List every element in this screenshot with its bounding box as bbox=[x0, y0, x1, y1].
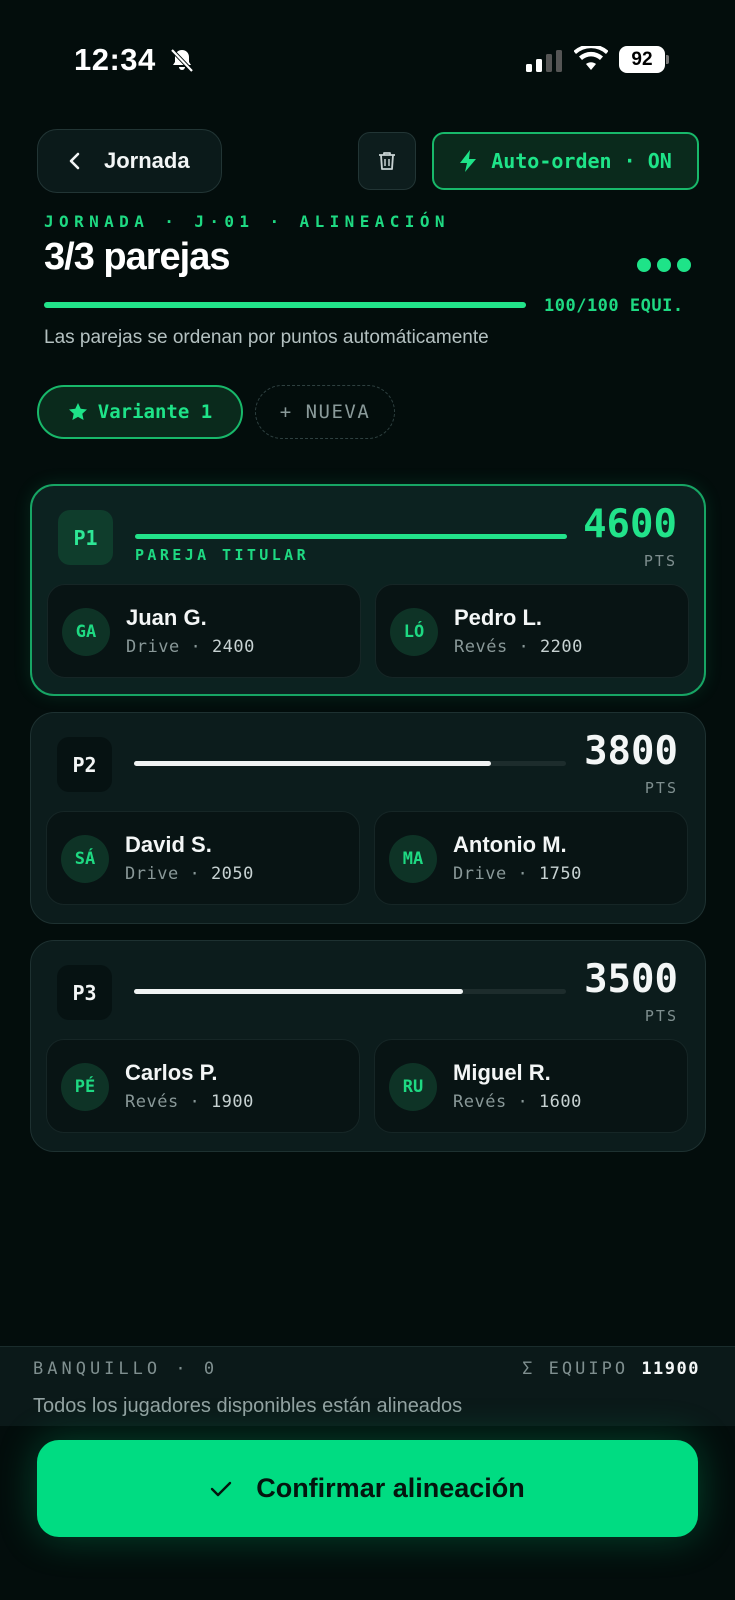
star-icon bbox=[68, 403, 87, 420]
check-icon bbox=[211, 1481, 232, 1496]
player-avatar: PÉ bbox=[61, 1063, 109, 1111]
new-variant-button[interactable]: + NUEVA bbox=[255, 385, 395, 439]
player-position: Drive bbox=[453, 864, 507, 884]
battery-level: 92 bbox=[619, 46, 665, 73]
player-meta: Drive · 2400 bbox=[126, 637, 255, 657]
pair-points-unit: PTS bbox=[644, 779, 678, 797]
variant-tab-label: Variante 1 bbox=[97, 401, 213, 423]
player-points: 1900 bbox=[210, 1092, 254, 1112]
player-avatar: SÁ bbox=[61, 835, 109, 883]
battery-icon: 92 bbox=[619, 46, 669, 73]
pair-badge: P1 bbox=[58, 510, 113, 565]
status-bar: 12:34 92 bbox=[0, 0, 735, 120]
pair-points: 3500 bbox=[584, 957, 678, 1002]
player-points: 2200 bbox=[539, 637, 583, 657]
pair-points-unit: PTS bbox=[643, 552, 677, 570]
bolt-icon bbox=[460, 150, 477, 172]
player-points: 2050 bbox=[210, 864, 254, 884]
team-total: Σ EQUIPO 11900 bbox=[522, 1359, 700, 1379]
pair-card-1[interactable]: P1 PAREJA TITULAR 4600 PTS GA Juan G. Dr… bbox=[30, 484, 706, 696]
player-card[interactable]: RU Miguel R. Revés · 1600 bbox=[374, 1039, 688, 1133]
team-total-value: 11900 bbox=[641, 1359, 700, 1379]
confirm-lineup-button[interactable]: Confirmar alineación bbox=[37, 1440, 698, 1537]
page-subtitle: Las parejas se ordenan por puntos automá… bbox=[44, 327, 489, 348]
pair-points-bar-fill bbox=[134, 989, 463, 994]
more-dots-icon[interactable] bbox=[637, 258, 691, 272]
player-position: Drive bbox=[125, 864, 179, 884]
player-card[interactable]: GA Juan G. Drive · 2400 bbox=[47, 584, 361, 678]
pair-points: 4600 bbox=[583, 502, 677, 547]
pair-points: 3800 bbox=[584, 729, 678, 774]
player-meta: Drive · 2050 bbox=[125, 864, 254, 884]
bench-panel: BANQUILLO · 0 Σ EQUIPO 11900 Todos los j… bbox=[0, 1346, 735, 1426]
player-avatar: GA bbox=[62, 608, 110, 656]
player-meta: Revés · 1600 bbox=[453, 1092, 582, 1112]
variant-tab-1[interactable]: Variante 1 bbox=[37, 385, 243, 439]
pair-card-3[interactable]: P3 3500 PTS PÉ Carlos P. Revés · 1900 RU… bbox=[30, 940, 706, 1152]
player-meta: Revés · 1900 bbox=[125, 1092, 254, 1112]
bench-message: Todos los jugadores disponibles están al… bbox=[33, 1395, 463, 1417]
pair-points-unit: PTS bbox=[644, 1007, 678, 1025]
player-avatar: RU bbox=[389, 1063, 437, 1111]
balance-progress-fill bbox=[44, 302, 526, 308]
player-card[interactable]: LÓ Pedro L. Revés · 2200 bbox=[375, 584, 689, 678]
confirm-lineup-label: Confirmar alineación bbox=[256, 1473, 525, 1503]
player-card[interactable]: SÁ David S. Drive · 2050 bbox=[46, 811, 360, 905]
player-meta: Drive · 1750 bbox=[453, 864, 582, 884]
player-position: Revés bbox=[125, 1092, 179, 1112]
player-points: 2400 bbox=[211, 637, 255, 657]
player-name: Antonio M. bbox=[453, 832, 567, 857]
player-position: Drive bbox=[126, 637, 180, 657]
player-points: 1600 bbox=[538, 1092, 582, 1112]
pair-points-bar bbox=[134, 761, 566, 766]
trash-icon bbox=[379, 152, 395, 170]
wifi-icon bbox=[574, 46, 608, 70]
pair-tag: PAREJA TITULAR bbox=[135, 546, 310, 564]
pair-points-bar-fill bbox=[135, 534, 567, 539]
balance-progress-bar bbox=[44, 302, 526, 308]
player-position: Revés bbox=[454, 637, 508, 657]
page-title: 3/3 parejas bbox=[44, 236, 230, 278]
auto-order-toggle[interactable]: Auto-orden · ON bbox=[432, 132, 699, 190]
chevron-left-icon bbox=[69, 152, 80, 170]
bench-label: BANQUILLO · 0 bbox=[33, 1359, 219, 1379]
auto-order-label: Auto-orden · ON bbox=[491, 149, 672, 173]
player-name: Juan G. bbox=[126, 605, 207, 630]
pair-badge: P3 bbox=[57, 965, 112, 1020]
player-points: 1750 bbox=[538, 864, 582, 884]
pair-card-2[interactable]: P2 3800 PTS SÁ David S. Drive · 2050 MA … bbox=[30, 712, 706, 924]
pair-points-bar bbox=[134, 989, 566, 994]
player-card[interactable]: MA Antonio M. Drive · 1750 bbox=[374, 811, 688, 905]
player-meta: Revés · 2200 bbox=[454, 637, 583, 657]
balance-progress-label: 100/100 EQUI. bbox=[544, 296, 684, 316]
player-name: Miguel R. bbox=[453, 1060, 551, 1085]
status-time: 12:34 bbox=[74, 42, 156, 77]
pair-points-bar-fill bbox=[134, 761, 491, 766]
pair-points-bar bbox=[135, 534, 567, 539]
signal-icon bbox=[526, 50, 562, 72]
player-name: Pedro L. bbox=[454, 605, 543, 630]
player-avatar: MA bbox=[389, 835, 437, 883]
player-card[interactable]: PÉ Carlos P. Revés · 1900 bbox=[46, 1039, 360, 1133]
player-position: Revés bbox=[453, 1092, 507, 1112]
player-name: David S. bbox=[125, 832, 212, 857]
delete-button[interactable] bbox=[358, 132, 416, 190]
page-eyebrow: JORNADA · J·01 · ALINEACIÓN bbox=[44, 212, 450, 231]
back-button-label: Jornada bbox=[104, 148, 190, 173]
player-name: Carlos P. bbox=[125, 1060, 218, 1085]
pair-badge: P2 bbox=[57, 737, 112, 792]
bell-slash-icon bbox=[170, 48, 194, 73]
back-button[interactable]: Jornada bbox=[37, 129, 222, 193]
player-avatar: LÓ bbox=[390, 608, 438, 656]
